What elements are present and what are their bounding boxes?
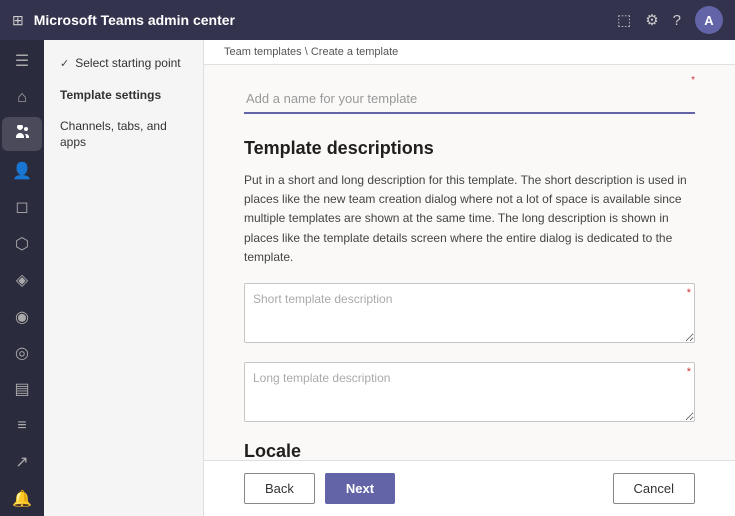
long-description-wrapper: * — [244, 362, 695, 425]
breadcrumb: Team templates \ Create a template — [204, 40, 735, 65]
sidebar-item-label-select-starting-point: Select starting point — [75, 56, 180, 72]
sidebar-item-label-channels-tabs-apps: Channels, tabs, and apps — [60, 119, 187, 150]
descriptions-body: Put in a short and long description for … — [244, 171, 695, 267]
nav-alerts[interactable]: 🔔 — [2, 482, 42, 516]
template-name-input[interactable] — [244, 85, 695, 114]
help-icon[interactable]: ? — [673, 12, 681, 29]
sidebar-item-channels-tabs-apps[interactable]: Channels, tabs, and apps — [44, 111, 203, 158]
nav-globe[interactable]: ◎ — [2, 336, 42, 370]
nav-calendar[interactable]: ⬡ — [2, 226, 42, 260]
nav-activity[interactable]: ◻ — [2, 190, 42, 224]
nav-contacts[interactable]: 👤 — [2, 153, 42, 187]
nav-calls[interactable]: ◈ — [2, 263, 42, 297]
nav-chat[interactable]: ◉ — [2, 299, 42, 333]
long-description-input[interactable] — [244, 362, 695, 422]
gear-icon[interactable]: ⚙ — [645, 11, 658, 29]
content-scroll: * Template descriptions Put in a short a… — [204, 65, 735, 460]
short-description-wrapper: * — [244, 283, 695, 346]
check-icon: ✓ — [60, 57, 69, 70]
monitor-icon[interactable]: ⬚ — [617, 11, 631, 29]
nav-rail: ☰ ⌂ 👤 ◻ ⬡ ◈ ◉ ◎ ▤ ≡ ↗ 🔔 — [0, 40, 44, 516]
next-button[interactable]: Next — [325, 473, 395, 504]
short-description-input[interactable] — [244, 283, 695, 343]
cancel-button[interactable]: Cancel — [613, 473, 695, 504]
app-title: Microsoft Teams admin center — [34, 12, 607, 28]
nav-teams[interactable] — [2, 117, 42, 151]
topbar: ⊞ Microsoft Teams admin center ⬚ ⚙ ? A — [0, 0, 735, 40]
sidebar-item-select-starting-point[interactable]: ✓ Select starting point — [44, 48, 203, 80]
avatar[interactable]: A — [695, 6, 723, 34]
name-field-wrapper: * — [244, 85, 695, 114]
name-required-marker: * — [691, 75, 695, 86]
descriptions-title: Template descriptions — [244, 138, 695, 159]
nav-home[interactable]: ⌂ — [2, 80, 42, 114]
breadcrumb-current: Create a template — [311, 46, 398, 58]
nav-hamburger[interactable]: ☰ — [2, 44, 42, 78]
nav-analytics[interactable]: ↗ — [2, 445, 42, 479]
main-layout: ☰ ⌂ 👤 ◻ ⬡ ◈ ◉ ◎ ▤ ≡ ↗ 🔔 ✓ Select startin… — [0, 40, 735, 516]
sidebar-item-label-template-settings: Template settings — [60, 88, 161, 104]
nav-reports[interactable]: ▤ — [2, 372, 42, 406]
breadcrumb-parent[interactable]: Team templates — [224, 46, 302, 58]
sidebar: ✓ Select starting point Template setting… — [44, 40, 204, 516]
sidebar-item-template-settings[interactable]: Template settings — [44, 80, 203, 112]
grid-icon[interactable]: ⊞ — [12, 12, 24, 29]
content-area: Team templates \ Create a template * Tem… — [204, 40, 735, 516]
back-button[interactable]: Back — [244, 473, 315, 504]
locale-title: Locale — [244, 441, 695, 460]
footer: Back Next Cancel — [204, 460, 735, 516]
long-required-marker: * — [687, 366, 691, 378]
topbar-actions: ⬚ ⚙ ? A — [617, 6, 723, 34]
short-required-marker: * — [687, 287, 691, 299]
nav-lines[interactable]: ≡ — [2, 409, 42, 443]
